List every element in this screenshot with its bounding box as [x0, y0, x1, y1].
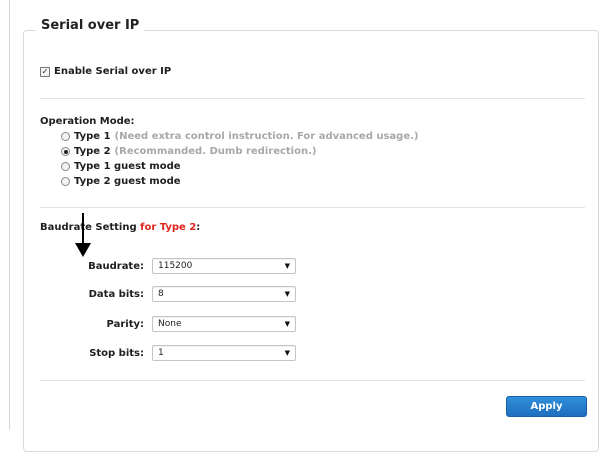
- operation-mode-option-type1-guest[interactable]: Type 1 guest mode: [61, 161, 181, 172]
- option-label[interactable]: Type 2 guest mode: [74, 176, 181, 187]
- enable-serial-over-ip-checkbox[interactable]: ✓: [40, 66, 50, 77]
- parity-row: Parity: None ▼: [40, 315, 296, 333]
- baudrate-label: Baudrate:: [88, 260, 144, 272]
- checkmark-icon: ✓: [41, 66, 49, 76]
- divider: [40, 207, 585, 208]
- serial-over-ip-panel: [23, 30, 599, 452]
- stop-bits-row: Stop bits: 1 ▼: [40, 344, 296, 362]
- radio-type2-guest[interactable]: [61, 177, 70, 186]
- option-description: (Need extra control instruction. For adv…: [114, 131, 419, 142]
- operation-mode-option-type1[interactable]: Type 1 (Need extra control instruction. …: [61, 131, 419, 142]
- parity-select[interactable]: None ▼: [152, 316, 296, 332]
- option-description: (Recommanded. Dumb redirection.): [114, 146, 317, 157]
- operation-mode-title: Operation Mode:: [40, 116, 135, 127]
- operation-mode-option-type2[interactable]: Type 2 (Recommanded. Dumb redirection.): [61, 146, 316, 157]
- parity-value: None: [158, 319, 182, 329]
- baudrate-value: 115200: [158, 261, 193, 271]
- baudrate-setting-title: Baudrate Setting for Type 2:: [40, 222, 200, 233]
- divider: [40, 98, 585, 99]
- apply-button[interactable]: Apply: [506, 396, 587, 417]
- stop-bits-label: Stop bits:: [89, 347, 144, 359]
- dropdown-caret-icon: ▼: [284, 290, 290, 298]
- enable-serial-over-ip-row[interactable]: ✓ Enable Serial over IP: [40, 66, 171, 77]
- baudrate-select[interactable]: 115200 ▼: [152, 258, 296, 274]
- baudrate-title-suffix: :: [196, 222, 201, 233]
- enable-serial-over-ip-label[interactable]: Enable Serial over IP: [54, 66, 171, 77]
- page-edge-rule: [9, 0, 10, 430]
- operation-mode-option-type2-guest[interactable]: Type 2 guest mode: [61, 176, 181, 187]
- dropdown-caret-icon: ▼: [284, 262, 290, 270]
- option-label[interactable]: Type 1: [74, 131, 111, 142]
- option-label[interactable]: Type 1 guest mode: [74, 161, 181, 172]
- data-bits-value: 8: [158, 289, 164, 299]
- radio-selected-dot: [63, 149, 68, 154]
- stop-bits-select[interactable]: 1 ▼: [152, 345, 296, 361]
- radio-type1-guest[interactable]: [61, 162, 70, 171]
- dropdown-caret-icon: ▼: [284, 320, 290, 328]
- divider: [40, 380, 585, 381]
- option-label[interactable]: Type 2: [74, 146, 111, 157]
- radio-type1[interactable]: [61, 132, 70, 141]
- baudrate-row: Baudrate: 115200 ▼: [40, 257, 296, 275]
- panel-title: Serial over IP: [36, 18, 145, 33]
- down-arrow-icon: [75, 213, 91, 257]
- baudrate-title-accent: for Type 2: [140, 222, 197, 233]
- data-bits-row: Data bits: 8 ▼: [40, 285, 296, 303]
- parity-label: Parity:: [106, 318, 144, 330]
- radio-type2[interactable]: [61, 147, 70, 156]
- stop-bits-value: 1: [158, 348, 164, 358]
- dropdown-caret-icon: ▼: [284, 349, 290, 357]
- data-bits-select[interactable]: 8 ▼: [152, 286, 296, 302]
- data-bits-label: Data bits:: [88, 288, 144, 300]
